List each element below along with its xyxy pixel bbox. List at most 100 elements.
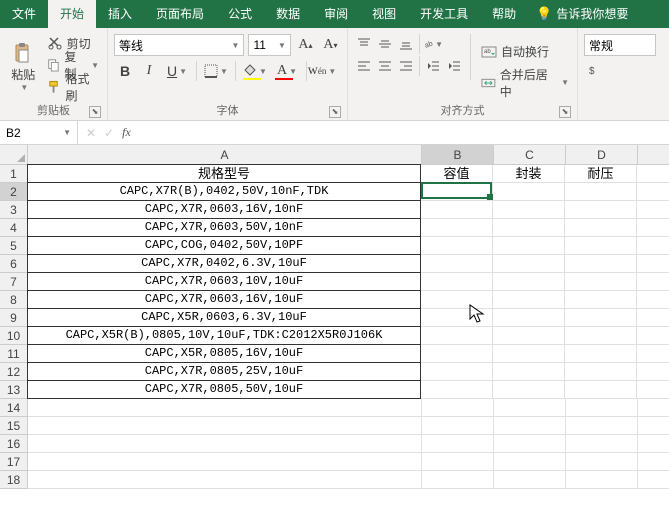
select-all-corner[interactable] (0, 145, 28, 165)
tab-开始[interactable]: 开始 (48, 0, 96, 28)
cell[interactable] (565, 309, 637, 327)
row-header[interactable]: 16 (0, 435, 28, 453)
tab-视图[interactable]: 视图 (360, 0, 408, 28)
cell[interactable]: CAPC,X7R,0402,6.3V,10uF (27, 254, 421, 273)
cell[interactable]: CAPC,X7R,0805,50V,10uF (27, 380, 421, 399)
cell[interactable]: 封装 (493, 165, 565, 183)
borders-button[interactable]: ▼ (201, 60, 231, 82)
decrease-font-icon[interactable]: A▾ (320, 34, 341, 56)
tab-文件[interactable]: 文件 (0, 0, 48, 28)
decrease-indent-button[interactable] (423, 56, 443, 76)
tab-审阅[interactable]: 审阅 (312, 0, 360, 28)
enter-icon[interactable]: ✓ (104, 126, 114, 140)
cell[interactable] (421, 291, 493, 309)
orientation-button[interactable]: ab▼ (423, 34, 443, 54)
cell[interactable]: CAPC,X7R(B),0402,50V,10nF,TDK (27, 182, 421, 201)
cell[interactable] (565, 255, 637, 273)
align-right-button[interactable] (396, 56, 416, 76)
column-header[interactable]: C (494, 145, 566, 165)
cell[interactable] (493, 255, 565, 273)
cell[interactable] (422, 471, 494, 489)
column-header[interactable] (638, 145, 669, 165)
row-header[interactable]: 18 (0, 471, 28, 489)
row-header[interactable]: 14 (0, 399, 28, 417)
tab-帮助[interactable]: 帮助 (480, 0, 528, 28)
row-header[interactable]: 17 (0, 453, 28, 471)
worksheet-grid[interactable]: ABCD 123456789101112131415161718 规格型号容值封… (0, 145, 669, 530)
cell[interactable] (422, 435, 494, 453)
row-header[interactable]: 2 (0, 183, 28, 201)
underline-button[interactable]: U▼ (162, 60, 192, 82)
dialog-launcher-icon[interactable]: ⬊ (329, 106, 341, 118)
cell[interactable] (493, 219, 565, 237)
cell[interactable] (637, 183, 669, 201)
cell[interactable] (493, 237, 565, 255)
cell[interactable] (28, 471, 422, 489)
column-header[interactable]: B (422, 145, 494, 165)
cell[interactable] (28, 399, 422, 417)
tell-me[interactable]: 💡告诉我你想要 (528, 0, 636, 28)
cell[interactable] (637, 309, 669, 327)
align-bottom-button[interactable] (396, 34, 416, 54)
cancel-icon[interactable]: ✕ (86, 126, 96, 140)
bold-button[interactable]: B (114, 60, 136, 82)
align-center-button[interactable] (375, 56, 395, 76)
cell[interactable] (493, 381, 565, 399)
row-header[interactable]: 11 (0, 345, 28, 363)
cell[interactable] (421, 381, 493, 399)
row-header[interactable]: 4 (0, 219, 28, 237)
cell[interactable] (565, 327, 637, 345)
cell[interactable] (637, 165, 669, 183)
cell[interactable] (493, 327, 565, 345)
font-color-button[interactable]: A▼ (272, 60, 302, 82)
cell[interactable] (637, 237, 669, 255)
cell[interactable] (493, 345, 565, 363)
cell[interactable] (421, 327, 493, 345)
cell[interactable] (638, 399, 669, 417)
increase-indent-button[interactable] (444, 56, 464, 76)
row-header[interactable]: 1 (0, 165, 28, 183)
tab-数据[interactable]: 数据 (264, 0, 312, 28)
cell[interactable]: CAPC,X5R(B),0805,10V,10uF,TDK:C2012X5R0J… (27, 326, 421, 345)
cell[interactable] (565, 381, 637, 399)
cell[interactable] (422, 399, 494, 417)
align-middle-button[interactable] (375, 34, 395, 54)
cell[interactable] (565, 345, 637, 363)
column-header[interactable]: A (28, 145, 422, 165)
cell[interactable] (638, 435, 669, 453)
row-header[interactable]: 15 (0, 417, 28, 435)
cell[interactable] (565, 219, 637, 237)
increase-font-icon[interactable]: A▴ (295, 34, 316, 56)
phonetic-guide-button[interactable]: wén▼ (311, 60, 333, 82)
cell[interactable]: CAPC,X7R,0603,10V,10uF (27, 272, 421, 291)
cell[interactable] (422, 453, 494, 471)
cell[interactable] (494, 435, 566, 453)
cell[interactable] (28, 435, 422, 453)
fill-color-button[interactable]: ▼ (240, 60, 270, 82)
cell[interactable] (565, 201, 637, 219)
wrap-text-button[interactable]: ab 自动换行 (479, 41, 571, 63)
cell[interactable] (566, 453, 638, 471)
cell[interactable]: CAPC,X7R,0805,25V,10uF (27, 362, 421, 381)
fx-icon[interactable]: fx (122, 125, 131, 140)
cell[interactable]: CAPC,X5R,0603,6.3V,10uF (27, 308, 421, 327)
row-header[interactable]: 5 (0, 237, 28, 255)
cell[interactable] (421, 363, 493, 381)
cell[interactable] (566, 417, 638, 435)
cell[interactable]: 耐压 (565, 165, 637, 183)
align-top-button[interactable] (354, 34, 374, 54)
cell[interactable] (637, 273, 669, 291)
tab-开发工具[interactable]: 开发工具 (408, 0, 480, 28)
cell[interactable] (494, 453, 566, 471)
cell[interactable] (566, 435, 638, 453)
align-left-button[interactable] (354, 56, 374, 76)
row-header[interactable]: 8 (0, 291, 28, 309)
cell[interactable] (638, 417, 669, 435)
cell[interactable] (421, 273, 493, 291)
cell[interactable] (637, 201, 669, 219)
cell[interactable] (494, 471, 566, 489)
font-size-combo[interactable]: 11▼ (248, 34, 291, 56)
cell[interactable] (421, 237, 493, 255)
row-header[interactable]: 7 (0, 273, 28, 291)
cell[interactable] (421, 255, 493, 273)
